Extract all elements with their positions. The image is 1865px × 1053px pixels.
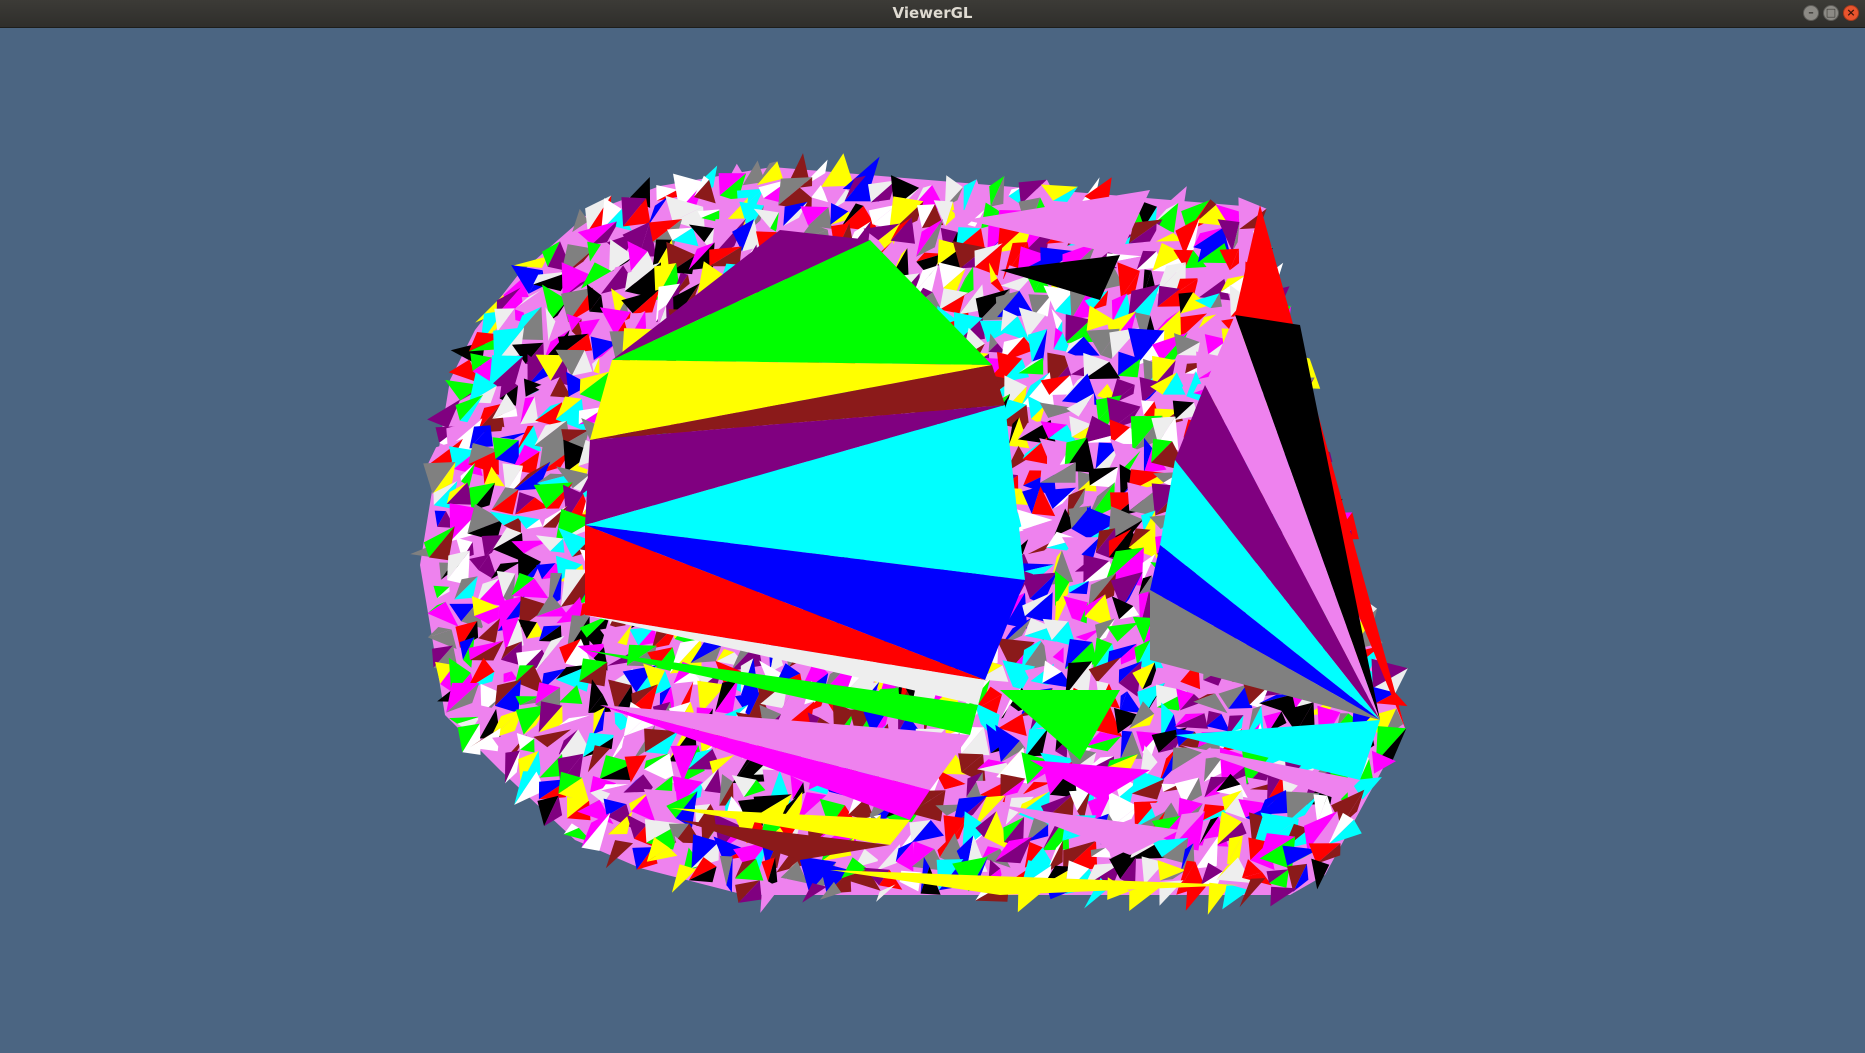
mesh-triangle-2482 bbox=[1270, 886, 1298, 907]
minimize-icon[interactable]: – bbox=[1803, 5, 1819, 21]
close-icon[interactable]: × bbox=[1843, 5, 1859, 21]
window-titlebar[interactable]: ViewerGL – □ × bbox=[0, 0, 1865, 28]
maximize-icon[interactable]: □ bbox=[1823, 5, 1839, 21]
window-title: ViewerGL bbox=[892, 4, 973, 22]
window-controls: – □ × bbox=[1803, 5, 1859, 21]
gl-viewport[interactable] bbox=[0, 28, 1865, 1053]
triangulated-mesh bbox=[410, 153, 1408, 915]
mesh-triangle-7 bbox=[821, 153, 854, 187]
